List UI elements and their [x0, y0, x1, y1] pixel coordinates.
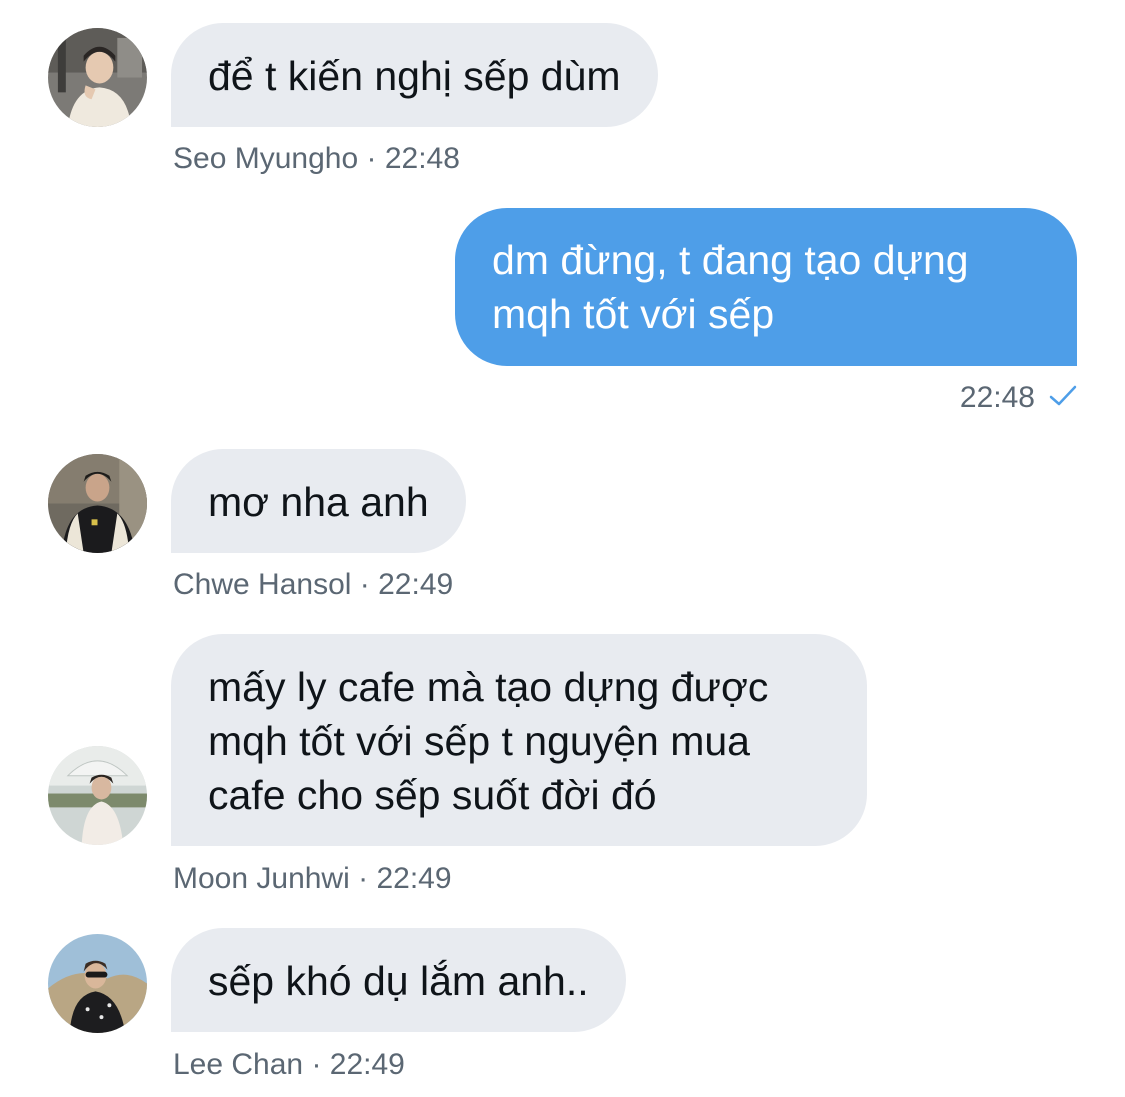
avatar-photo — [48, 28, 147, 127]
message-time: 22:48 — [384, 142, 460, 175]
message-time: 22:48 — [959, 381, 1035, 414]
avatar-photo — [48, 934, 147, 1033]
avatar-chwe-hansol[interactable] — [48, 454, 147, 553]
meta-separator: · — [358, 862, 369, 895]
check-icon — [1049, 381, 1077, 415]
meta-separator: · — [311, 1048, 322, 1081]
sender-name[interactable]: Seo Myungho — [173, 142, 358, 175]
message-time: 22:49 — [378, 568, 454, 601]
sender-name[interactable]: Chwe Hansol — [173, 568, 351, 601]
sender-name[interactable]: Lee Chan — [173, 1048, 303, 1081]
message-bubble-incoming[interactable]: sếp khó dụ lắm anh.. — [171, 928, 626, 1032]
message-meta: Chwe Hansol · 22:49 — [173, 568, 453, 602]
message-meta: Moon Junhwi · 22:49 — [173, 862, 452, 896]
message-bubble-incoming[interactable]: mơ nha anh — [171, 449, 466, 553]
avatar-seo-myungho[interactable] — [48, 28, 147, 127]
meta-separator: · — [366, 142, 377, 175]
message-time: 22:49 — [329, 1048, 405, 1081]
message-meta: Seo Myungho · 22:48 — [173, 142, 460, 176]
avatar-moon-junhwi[interactable] — [48, 746, 147, 845]
avatar-photo — [48, 746, 147, 845]
message-bubble-incoming[interactable]: mấy ly cafe mà tạo dựng được mqh tốt với… — [171, 634, 867, 846]
message-bubble-outgoing[interactable]: dm đừng, t đang tạo dựng mqh tốt với sếp — [455, 208, 1077, 366]
message-bubble-incoming[interactable]: để t kiến nghị sếp dùm — [171, 23, 658, 127]
message-time: 22:49 — [376, 862, 452, 895]
avatar-photo — [48, 454, 147, 553]
message-meta-outgoing: 22:48 — [960, 381, 1077, 415]
meta-separator: · — [359, 568, 370, 601]
avatar-lee-chan[interactable] — [48, 934, 147, 1033]
message-meta: Lee Chan · 22:49 — [173, 1048, 405, 1082]
sender-name[interactable]: Moon Junhwi — [173, 862, 350, 895]
